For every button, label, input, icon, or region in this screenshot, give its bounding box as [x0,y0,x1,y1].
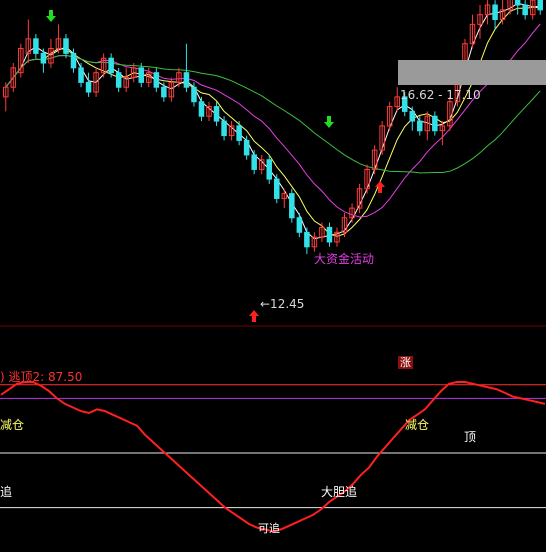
candle-body [198,101,205,117]
candle-body [236,125,242,141]
candle-body [108,57,114,74]
candle-body [492,4,498,21]
bold-chase-label: 大胆追 [321,485,358,499]
candle-body [304,231,310,248]
price-panel [3,0,543,255]
candle-body [296,217,303,233]
reduce-position-label: 减仓 [405,418,430,432]
candle-body [409,110,416,122]
candle-body [522,4,528,16]
fund-activity-label: 大资金活动 [314,252,375,266]
indicator-line [0,381,546,533]
price-low-label: ←12.45 [260,297,305,311]
chase-bottom-label: 可追 [258,522,280,535]
top-signal-label: 顶 [464,430,477,444]
stock-chart [0,0,546,533]
candle-body [213,106,220,122]
candle-body [243,139,250,156]
candle-body [183,72,190,88]
price-range-label: 16.62 - 17.10 [400,88,481,102]
candle-body [432,115,438,132]
candle-body [266,159,272,180]
candle-body [115,72,122,88]
candle-body [70,52,77,69]
candle-body [63,38,69,54]
down-arrow-icon [324,116,334,128]
candle-body [221,120,227,137]
moving-average-line [5,5,541,237]
chase-label: 追 [0,485,13,499]
moving-average-line [5,23,541,218]
sell-markers [46,10,334,128]
candle-body [161,86,167,98]
candle-body [289,193,295,219]
candle-body [537,0,543,11]
candle-body [85,81,92,93]
indicator-header: ) 逃顶2: 87.50 [0,370,83,384]
candle-body [326,226,333,243]
candle-body [138,67,145,83]
price-range-highlight [398,60,546,85]
up-arrow-icon [249,310,259,322]
moving-average-line [5,2,541,240]
candle-body [33,38,39,54]
candle-body [191,86,197,103]
candle-body [153,72,160,88]
candle-body [417,120,423,132]
limit-up-badge: 涨 [398,356,413,369]
candle-body [274,178,280,199]
reduce-position-label: 减仓 [0,418,25,432]
candle-body [251,154,257,170]
candle-body [40,52,47,64]
candle-body [514,0,521,6]
indicator-panel [0,381,546,533]
candle-body [78,67,84,83]
down-arrow-icon [46,10,56,22]
